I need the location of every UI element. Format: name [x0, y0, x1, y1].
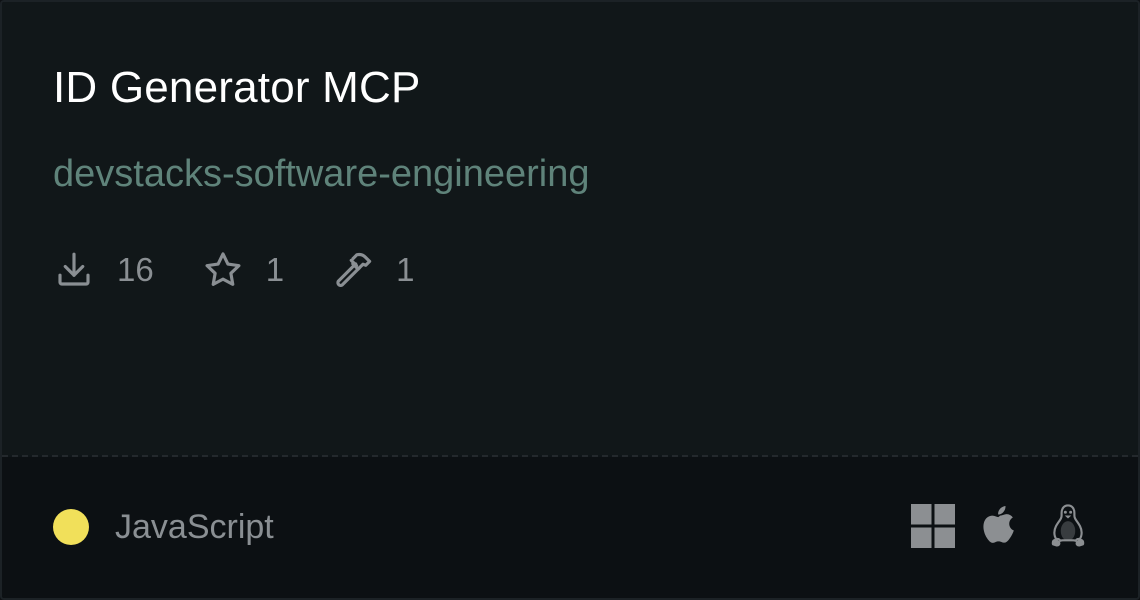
apple-icon: [980, 504, 1020, 548]
platform-list: [911, 503, 1088, 549]
language-color-dot: [53, 509, 89, 545]
tools-stat: 1: [332, 249, 414, 291]
download-icon: [53, 249, 95, 291]
card-title[interactable]: ID Generator MCP: [53, 60, 421, 116]
downloads-count: 16: [117, 251, 154, 288]
stars-stat: 1: [202, 249, 284, 291]
hammer-icon: [332, 249, 374, 291]
star-icon: [202, 249, 244, 291]
card-stats: 16 1 1: [53, 248, 414, 292]
linux-icon: [1048, 503, 1088, 549]
card-footer: JavaScript: [2, 457, 1138, 598]
card-body: ID Generator MCP devstacks-software-engi…: [2, 2, 1138, 455]
language-name: JavaScript: [115, 508, 274, 546]
tools-count: 1: [396, 251, 415, 288]
card-author[interactable]: devstacks-software-engineering: [53, 150, 590, 198]
server-card[interactable]: ID Generator MCP devstacks-software-engi…: [0, 0, 1140, 600]
stars-count: 1: [265, 251, 285, 288]
windows-icon: [911, 504, 955, 548]
downloads-stat: 16: [53, 249, 154, 291]
language-badge: JavaScript: [53, 507, 274, 547]
